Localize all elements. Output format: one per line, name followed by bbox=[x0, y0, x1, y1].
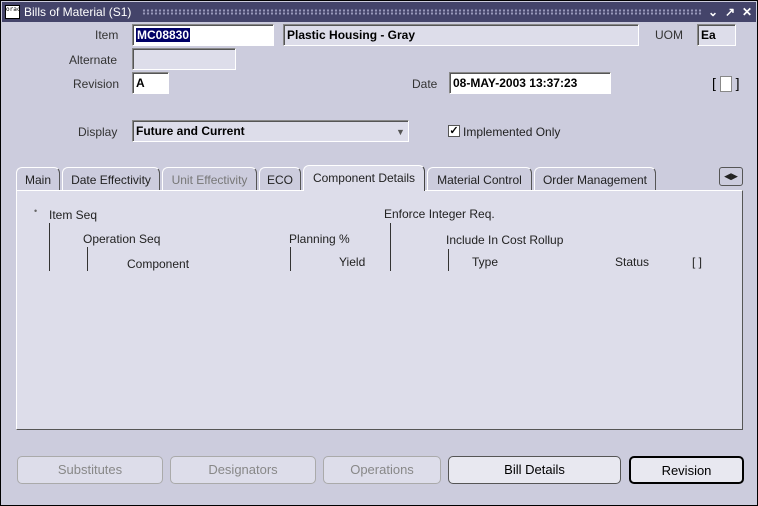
header-component: Component bbox=[127, 257, 190, 271]
date-field[interactable]: 08-MAY-2003 13:37:23 bbox=[449, 72, 611, 94]
header-enforce-integer: Enforce Integer Req. bbox=[384, 207, 495, 221]
header-connector bbox=[290, 247, 291, 271]
window-title: Bills of Material (S1) bbox=[24, 5, 132, 19]
header-include-cost-rollup: Include In Cost Rollup bbox=[446, 233, 564, 247]
bullet-icon: • bbox=[34, 206, 38, 216]
display-select[interactable]: Future and Current bbox=[132, 120, 409, 142]
header-connector bbox=[87, 247, 88, 271]
display-value: Future and Current bbox=[136, 124, 245, 138]
header-item-seq: Item Seq bbox=[49, 208, 98, 222]
header-connector bbox=[448, 249, 449, 271]
header-connector bbox=[390, 223, 391, 271]
tab-order-management[interactable]: Order Management bbox=[534, 167, 656, 190]
header-planning-pct: Planning % bbox=[289, 232, 350, 246]
title-bar-grip bbox=[142, 9, 702, 15]
close-icon[interactable]: ✕ bbox=[740, 4, 754, 20]
revision-label: Revision bbox=[73, 77, 120, 91]
alternate-field[interactable] bbox=[132, 48, 236, 70]
tab-material-control[interactable]: Material Control bbox=[427, 167, 532, 190]
display-label: Display bbox=[78, 125, 118, 139]
date-label: Date bbox=[412, 77, 438, 91]
tab-scroll-arrows-icon[interactable]: ◀▶ bbox=[719, 167, 743, 186]
item-description-field[interactable]: Plastic Housing - Gray bbox=[283, 24, 639, 46]
component-details-panel: • Item Seq Operation Seq Component Plann… bbox=[16, 190, 743, 430]
item-field[interactable]: MC08830 bbox=[132, 24, 274, 46]
tab-date-effectivity[interactable]: Date Effectivity bbox=[62, 167, 160, 190]
maximize-icon[interactable]: ↗ bbox=[723, 4, 737, 20]
minimize-icon[interactable]: ⌄ bbox=[706, 4, 720, 20]
operations-button[interactable]: Operations bbox=[323, 456, 441, 484]
tab-unit-effectivity[interactable]: Unit Effectivity bbox=[162, 167, 257, 190]
tab-main[interactable]: Main bbox=[16, 167, 60, 190]
item-value: MC08830 bbox=[136, 28, 191, 42]
revision-button[interactable]: Revision bbox=[629, 456, 744, 484]
uom-label: UOM bbox=[655, 28, 683, 42]
attachment-field[interactable] bbox=[719, 76, 732, 93]
header-connector bbox=[49, 223, 50, 271]
title-bar[interactable]: oracle Bills of Material (S1) ⌄ ↗ ✕ bbox=[2, 2, 756, 22]
designators-button[interactable]: Designators bbox=[170, 456, 316, 484]
oracle-app-icon: oracle bbox=[5, 5, 20, 19]
header-folder[interactable]: [ ] bbox=[692, 255, 702, 269]
tab-eco[interactable]: ECO bbox=[259, 167, 301, 190]
tab-component-details[interactable]: Component Details bbox=[303, 165, 425, 191]
chevron-down-icon[interactable]: ▼ bbox=[396, 127, 405, 137]
substitutes-button[interactable]: Substitutes bbox=[17, 456, 163, 484]
implemented-only-label: Implemented Only bbox=[463, 125, 561, 139]
bill-details-button[interactable]: Bill Details bbox=[448, 456, 621, 484]
revision-field[interactable]: A bbox=[132, 72, 169, 94]
header-operation-seq: Operation Seq bbox=[83, 232, 161, 246]
bom-window: oracle Bills of Material (S1) ⌄ ↗ ✕ Item… bbox=[0, 0, 758, 506]
item-label: Item bbox=[95, 28, 119, 42]
alternate-label: Alternate bbox=[69, 53, 118, 67]
implemented-only-checkbox[interactable]: ✓ bbox=[448, 125, 460, 137]
attachment-brackets[interactable]: [ ] bbox=[712, 75, 740, 93]
header-type: Type bbox=[472, 255, 499, 269]
header-yield: Yield bbox=[339, 255, 366, 269]
header-status: Status bbox=[615, 255, 650, 269]
uom-field[interactable]: Ea bbox=[697, 24, 736, 46]
